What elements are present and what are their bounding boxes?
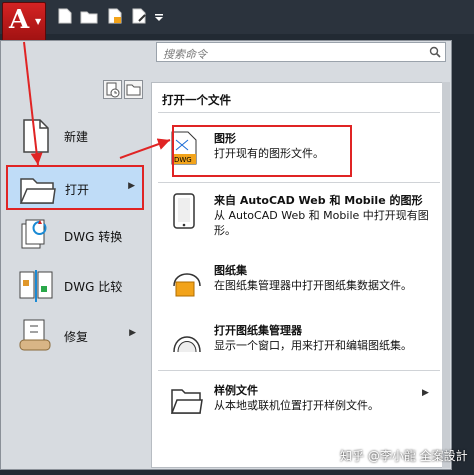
open-documents-icon[interactable] [124, 80, 143, 99]
chevron-down-icon: ▼ [35, 17, 42, 26]
save-icon[interactable] [106, 8, 124, 24]
item-description: 从本地或联机位置打开样例文件。 [214, 399, 379, 412]
application-menu-button[interactable]: A ▼ [2, 2, 46, 42]
dwg-convert-label: DWG 转换 [64, 230, 123, 244]
sheet-set-manager-icon [173, 336, 201, 353]
search-input[interactable]: 搜索命令 [156, 42, 446, 62]
chevron-right-icon: ▶ [129, 328, 136, 338]
new-button[interactable]: 新建 [6, 114, 144, 158]
open-sheet-set-item[interactable]: 图纸集 在图纸集管理器中打开图纸集数据文件。 [160, 258, 440, 302]
item-description: 在图纸集管理器中打开图纸集数据文件。 [214, 279, 412, 292]
divider [158, 182, 440, 183]
highlight-box-drawing [172, 125, 352, 177]
dwg-convert-icon [21, 219, 47, 249]
new-button-label: 新建 [64, 130, 89, 144]
search-icon[interactable] [429, 46, 441, 58]
sample-folder-icon [170, 389, 203, 414]
new-document-icon [23, 119, 49, 153]
search-placeholder: 搜索命令 [163, 48, 207, 61]
save-as-icon[interactable] [130, 8, 148, 24]
scrollbar[interactable] [442, 82, 450, 468]
dwg-compare-button[interactable]: DWG 比较 [6, 264, 144, 308]
open-sheet-set-manager-item[interactable]: 打开图纸集管理器 显示一个窗口，用来打开和编辑图纸集。 [160, 318, 440, 362]
mobile-device-icon [173, 193, 195, 229]
item-description: 从 AutoCAD Web 和 Mobile 中打开现有图形。 [214, 209, 429, 237]
chevron-right-icon: ▶ [422, 388, 429, 398]
submenu-title: 打开一个文件 [162, 93, 231, 107]
divider [158, 112, 440, 113]
recent-documents-icon[interactable] [103, 80, 122, 99]
app-logo-letter: A [9, 5, 30, 35]
dwg-compare-label: DWG 比较 [64, 280, 123, 294]
repair-icon [19, 319, 51, 351]
item-title: 样例文件 [214, 384, 258, 397]
repair-button-label: 修复 [64, 330, 89, 344]
divider [158, 370, 440, 371]
dwg-compare-icon [19, 270, 53, 302]
highlight-box-open [6, 165, 144, 210]
watermark-text: 知乎 @李小龍 全案設計 [340, 449, 468, 463]
item-title: 图纸集 [214, 264, 247, 277]
open-web-mobile-item[interactable]: 来自 AutoCAD Web 和 Mobile 的图形 从 AutoCAD We… [160, 188, 440, 246]
open-folder-icon[interactable] [80, 8, 98, 24]
item-title: 来自 AutoCAD Web 和 Mobile 的图形 [214, 194, 423, 207]
item-description: 显示一个窗口，用来打开和编辑图纸集。 [214, 339, 412, 352]
open-sample-files-item[interactable]: 样例文件 从本地或联机位置打开样例文件。 ▶ [160, 378, 440, 422]
sheet-set-icon [173, 273, 201, 297]
new-file-icon[interactable] [56, 8, 74, 24]
customize-dropdown-icon[interactable] [154, 8, 164, 24]
item-title: 打开图纸集管理器 [214, 324, 302, 337]
dwg-convert-button[interactable]: DWG 转换 [6, 214, 144, 258]
repair-button[interactable]: 修复 ▶ [6, 314, 144, 358]
